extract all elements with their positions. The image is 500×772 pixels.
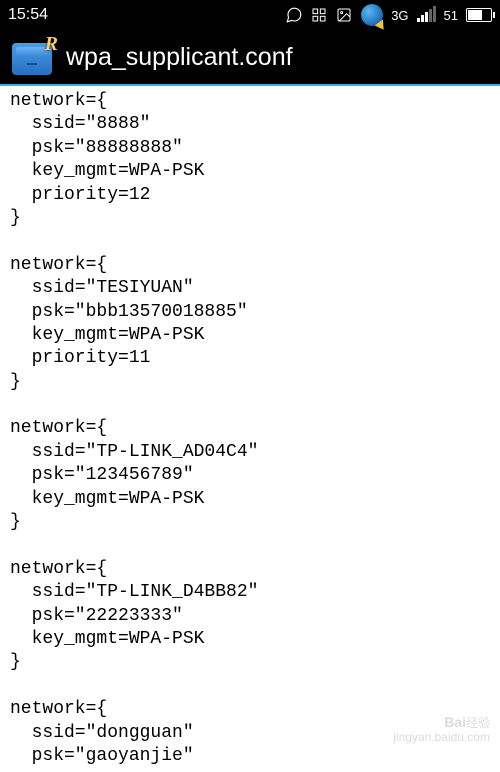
app-header: R wpa_supplicant.conf	[0, 30, 500, 86]
image-icon	[335, 7, 353, 23]
globe-icon	[361, 4, 383, 26]
grid-icon	[311, 7, 327, 23]
file-content[interactable]: network={ ssid="8888" psk="88888888" key…	[0, 86, 500, 772]
app-icon[interactable]: R	[10, 37, 54, 77]
signal-bars-icon	[417, 8, 436, 22]
battery-icon	[466, 8, 492, 22]
chat-icon	[285, 6, 303, 24]
watermark: Bai经验 jingyan.baidu.com	[393, 715, 490, 744]
root-badge: R	[45, 33, 58, 56]
network-type: 3G	[391, 8, 408, 23]
status-right: 3G 51	[285, 4, 492, 26]
status-time: 15:54	[8, 6, 48, 24]
status-bar: 15:54 3G 51	[0, 0, 500, 30]
signal-value: 51	[444, 8, 458, 23]
page-title: wpa_supplicant.conf	[66, 43, 293, 72]
